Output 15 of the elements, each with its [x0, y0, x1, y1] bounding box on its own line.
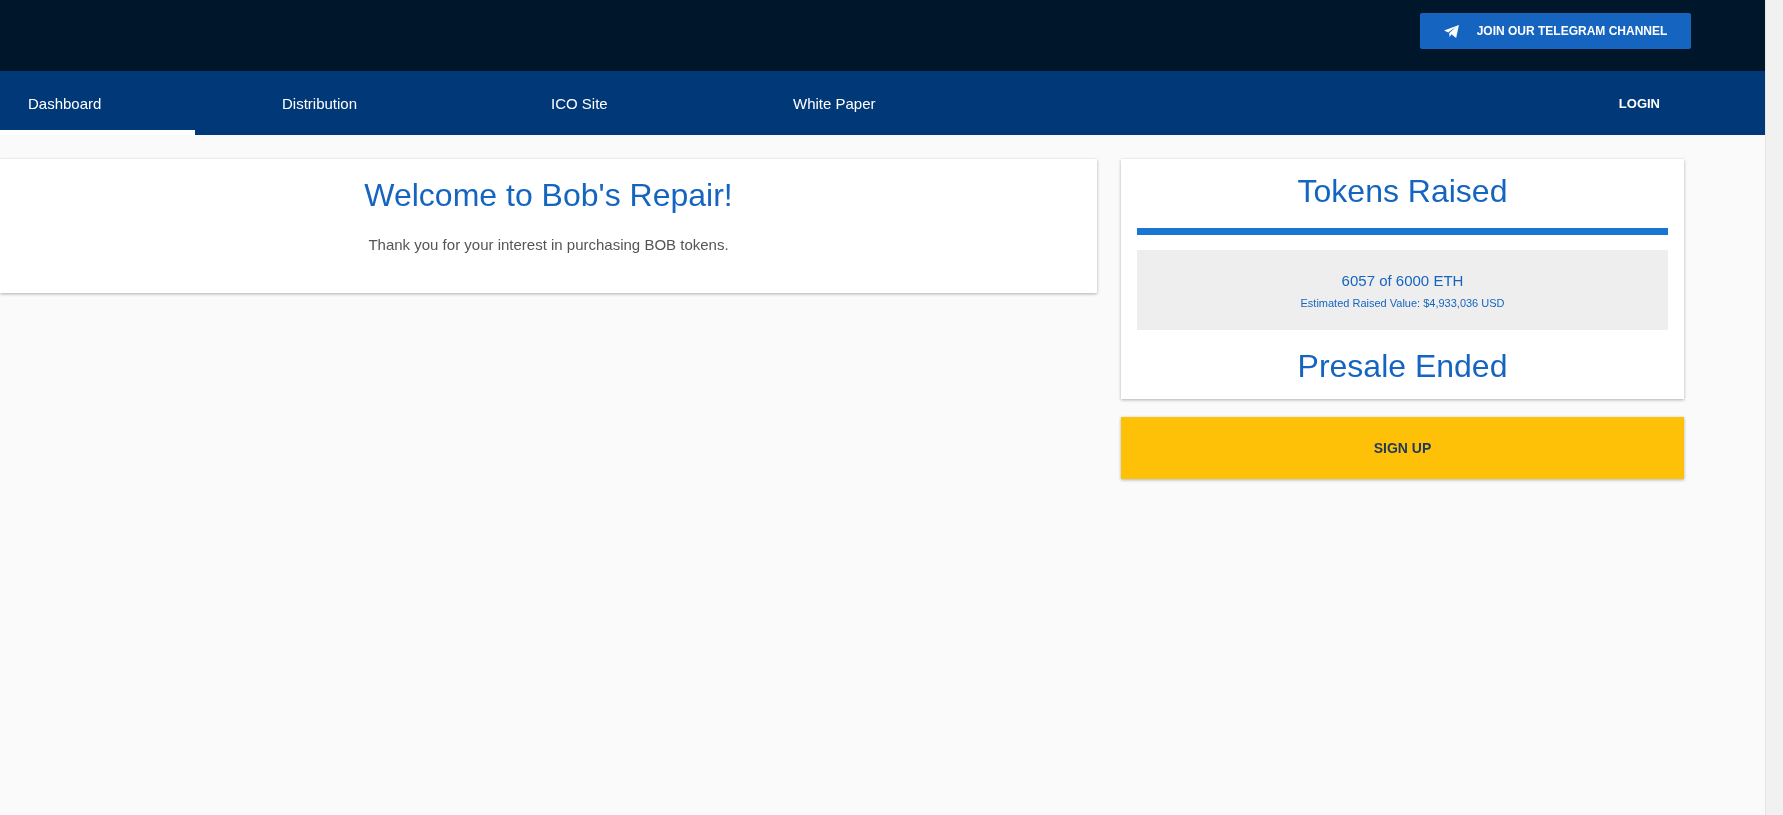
welcome-text: Thank you for your interest in purchasing BOB tokens.: [367, 236, 730, 253]
nav-tab[interactable]: Dashboard: [0, 71, 195, 135]
nav-tab[interactable]: White Paper: [765, 71, 960, 135]
raised-amount: 6057 of 6000 ETH: [1341, 271, 1464, 289]
nav-tab[interactable]: ICO Site: [523, 71, 718, 135]
login-link[interactable]: LOGIN: [1618, 71, 1660, 135]
telegram-button[interactable]: JOIN OUR TELEGRAM CHANNEL: [1420, 13, 1691, 49]
estimated-value: Estimated Raised Value: $4,933,036 USD: [1300, 296, 1505, 309]
tokens-title: Tokens Raised: [1296, 173, 1509, 210]
signup-button[interactable]: SIGN UP: [1121, 417, 1684, 479]
nav-tab[interactable]: Distribution: [254, 71, 449, 135]
paper-plane-icon: [1443, 24, 1459, 38]
welcome-title: Welcome to Bob's Repair!: [363, 177, 734, 214]
presale-status: Presale Ended: [1296, 348, 1509, 385]
scrollbar[interactable]: [1765, 0, 1783, 815]
